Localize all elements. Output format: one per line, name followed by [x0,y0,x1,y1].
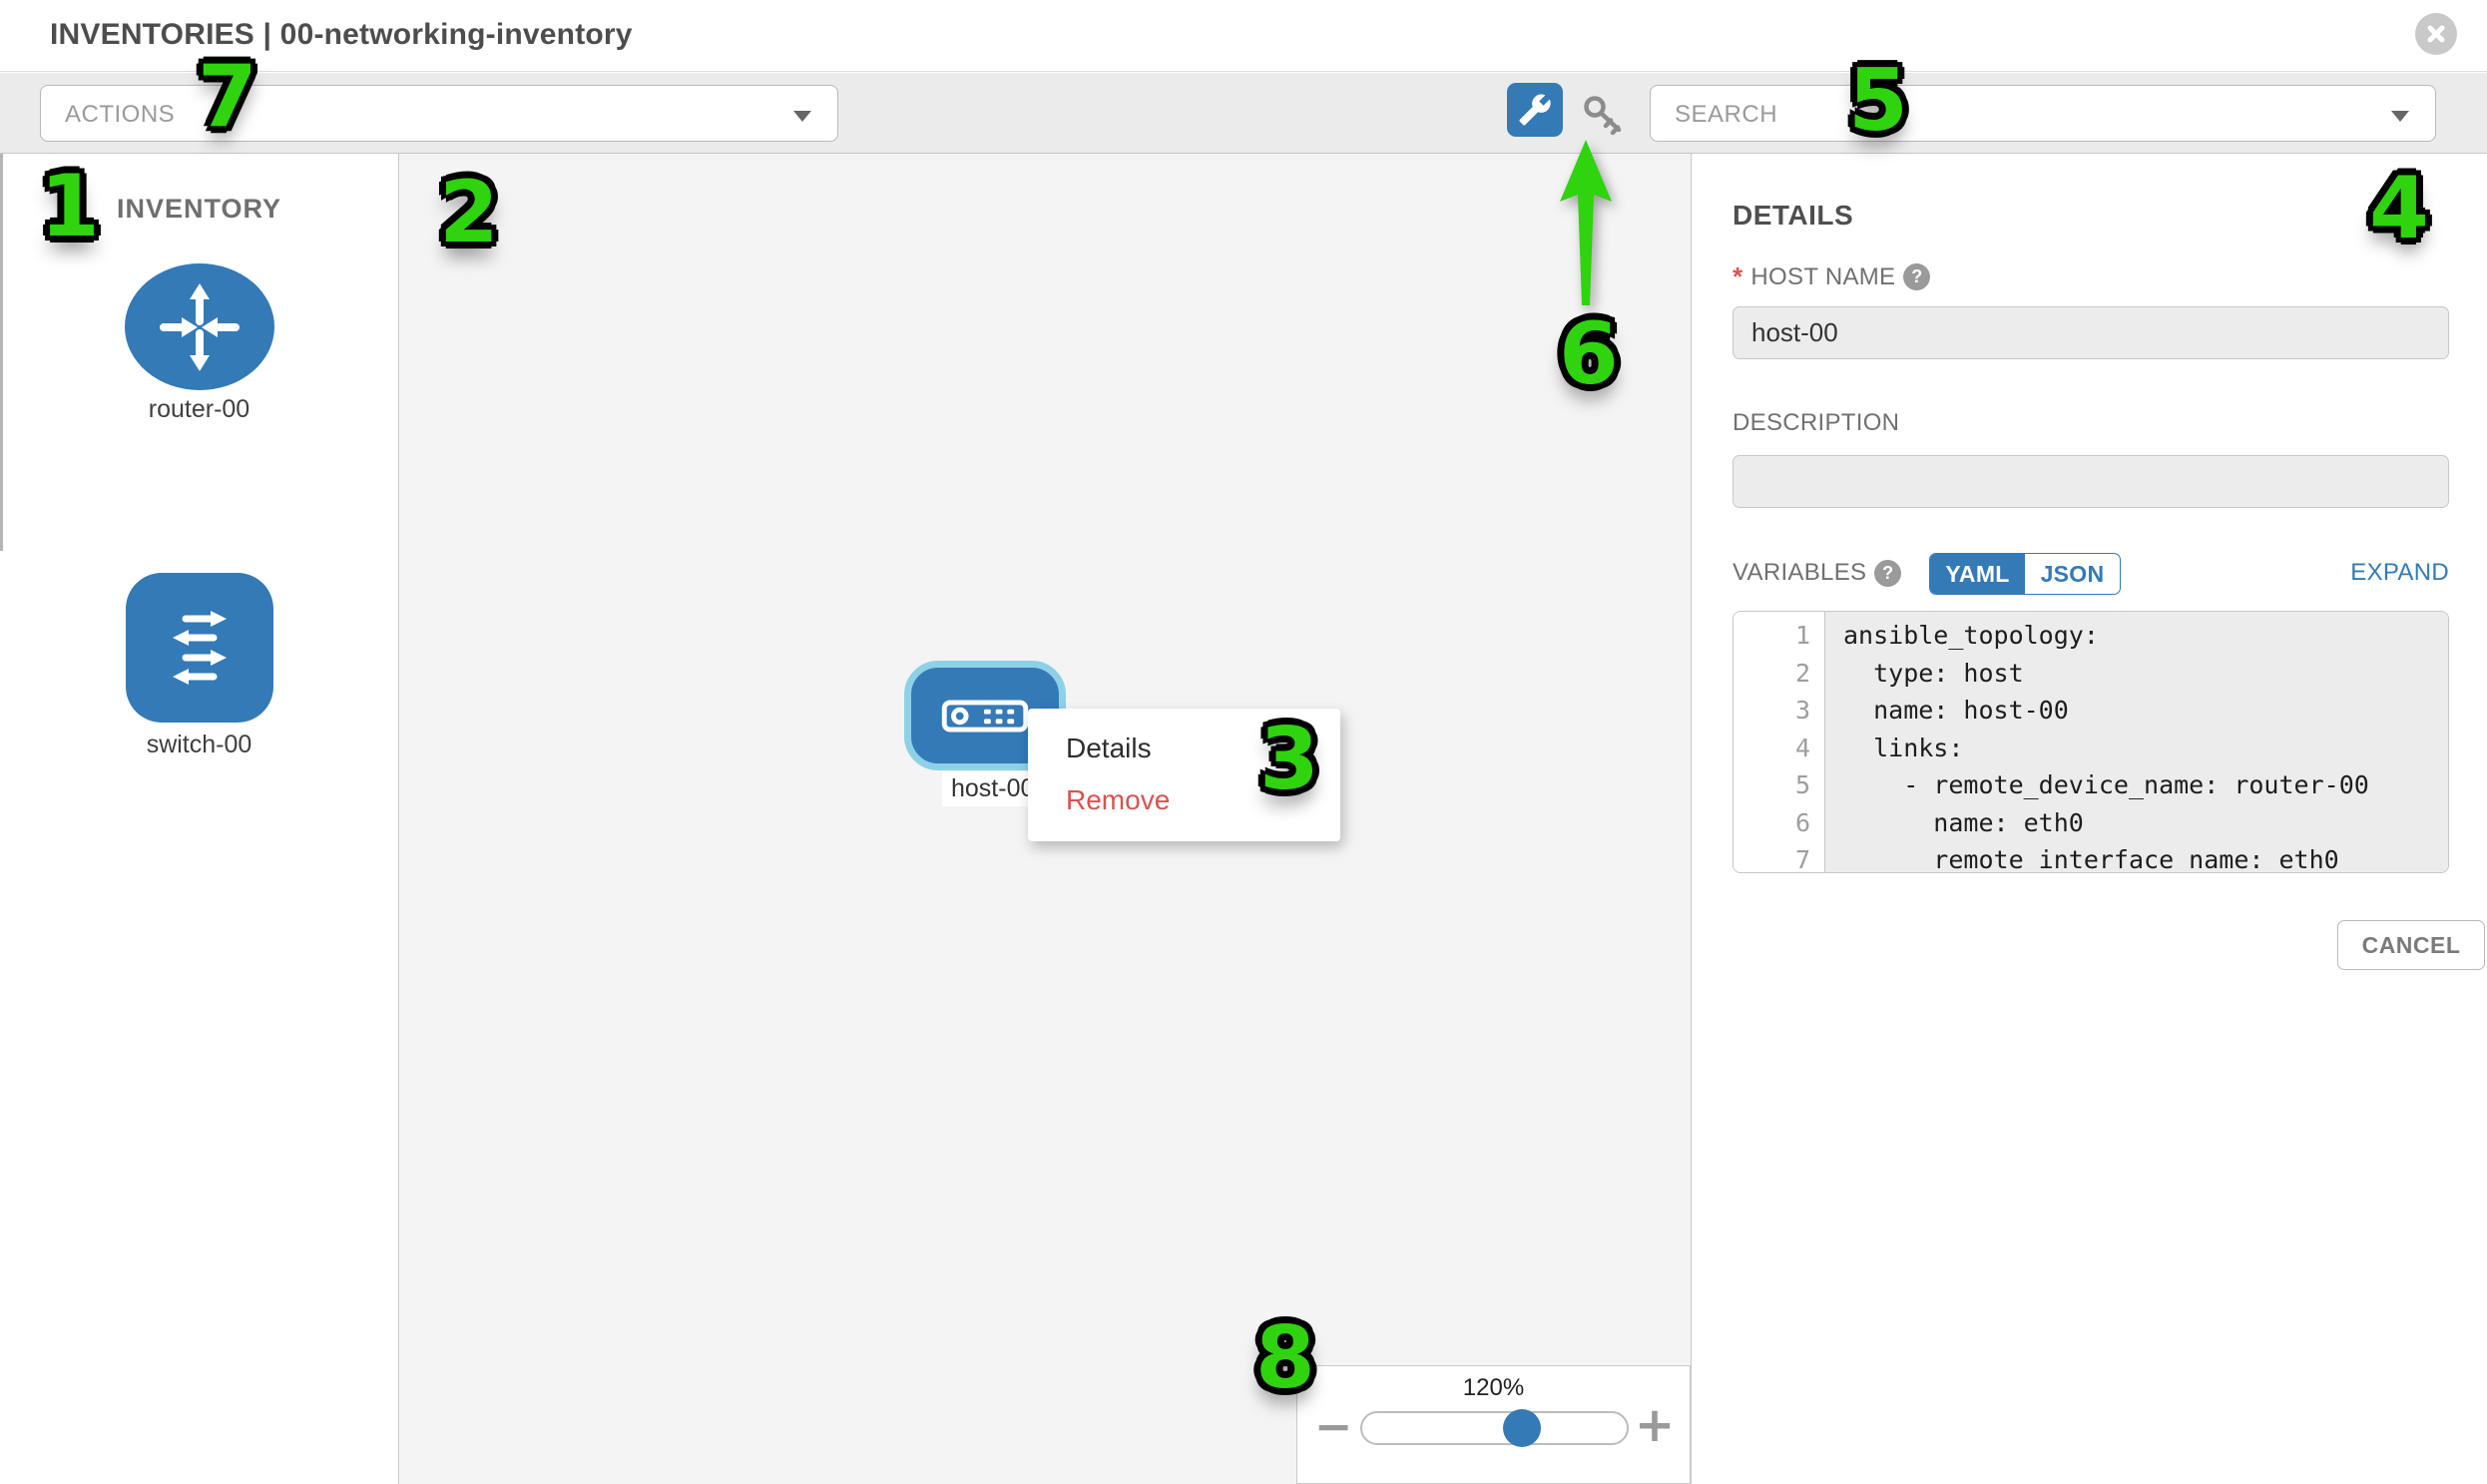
line-number: 1 [1734,617,1810,655]
zoom-out-button[interactable]: − [1311,1400,1355,1450]
details-panel: DETAILS * HOST NAME ? DESCRIPTION VARIAB… [1691,154,2487,1484]
actions-dropdown-label: ACTIONS [65,101,175,129]
annotation-1: 1 [40,164,100,249]
annotation-arrow-up-icon [1557,138,1615,309]
cancel-button[interactable]: CANCEL [2337,920,2485,970]
inventory-topology-window: INVENTORIES | 00-networking-inventory AC… [0,0,2487,1484]
palette-device-label: router-00 [0,395,398,424]
line-number: 3 [1734,692,1810,730]
variables-code-editor[interactable]: 1 2 3 4 5 6 7 ansible_topology: type: ho… [1733,611,2449,873]
code-line: links: [1843,730,2448,767]
zoom-level-value: 120% [1297,1374,1690,1402]
line-number: 7 [1734,841,1810,873]
annotation-6: 6 [1559,311,1619,397]
code-line: ansible_topology: [1843,617,2448,655]
variables-label: VARIABLES [1733,559,1866,587]
required-marker: * [1733,261,1742,292]
annotation-2: 2 [439,170,499,255]
toolbar: ACTIONS SEARCH [0,73,2487,154]
zoom-slider-track[interactable] [1360,1411,1629,1445]
search-dropdown[interactable]: SEARCH [1650,85,2436,142]
window-titlebar: INVENTORIES | 00-networking-inventory [0,0,2487,72]
code-line: name: host-00 [1843,692,2448,730]
help-icon[interactable]: ? [1874,560,1901,587]
line-number: 4 [1734,730,1810,767]
host-name-input[interactable] [1733,306,2449,359]
code-line: type: host [1843,655,2448,693]
server-icon [941,700,1029,733]
annotation-3: 3 [1259,717,1319,802]
variables-row: VARIABLES ? YAML JSON EXPAND [1733,559,2449,587]
chevron-down-icon [793,111,811,122]
palette-device-router[interactable] [125,263,274,390]
palette-device-label: switch-00 [0,731,398,759]
line-number: 2 [1734,655,1810,693]
annotation-7: 7 [198,54,257,140]
line-number: 6 [1734,804,1810,842]
key-icon [1580,93,1630,141]
actions-dropdown[interactable]: ACTIONS [40,85,838,142]
expand-link[interactable]: EXPAND [2350,559,2449,587]
host-name-label: HOST NAME [1750,263,1895,291]
page-title: INVENTORIES | 00-networking-inventory [50,18,633,52]
format-toggle: YAML JSON [1929,553,2121,595]
annotation-5: 5 [1848,58,1908,144]
code-line: remote_interface_name: eth0 [1843,841,2448,873]
description-label-row: DESCRIPTION [1733,409,1899,437]
details-panel-title: DETAILS [1733,200,1853,232]
format-toggle-json[interactable]: JSON [2025,554,2120,594]
wrench-icon [1518,93,1552,127]
code-line: - remote_device_name: router-00 [1843,766,2448,804]
search-dropdown-label: SEARCH [1675,101,1777,129]
tools-button[interactable] [1507,83,1563,137]
topology-canvas[interactable]: host-00 Details Remove 120% − + [399,154,1691,1484]
editor-code[interactable]: ansible_topology: type: host name: host-… [1825,612,2448,872]
zoom-slider-handle[interactable] [1503,1409,1541,1447]
description-input[interactable] [1733,455,2449,508]
zoom-control: 120% − + [1296,1365,1691,1484]
annotation-4: 4 [2369,166,2429,251]
palette-device-switch[interactable] [126,573,273,723]
close-button[interactable] [2415,13,2457,55]
description-label: DESCRIPTION [1733,409,1899,437]
chevron-down-icon [2391,111,2409,122]
router-icon [150,277,249,377]
host-name-label-row: * HOST NAME ? [1733,261,1930,292]
editor-gutter: 1 2 3 4 5 6 7 [1734,612,1825,872]
help-icon[interactable]: ? [1903,263,1930,290]
line-number: 5 [1734,766,1810,804]
switch-icon [150,598,249,698]
key-button[interactable] [1580,93,1630,141]
inventory-sidebar: INVENTORY router-00 [0,154,399,1484]
code-line: name: eth0 [1843,804,2448,842]
close-icon [2426,24,2446,44]
annotation-8: 8 [1255,1315,1315,1401]
format-toggle-yaml[interactable]: YAML [1930,554,2025,594]
zoom-in-button[interactable]: + [1633,1398,1677,1448]
